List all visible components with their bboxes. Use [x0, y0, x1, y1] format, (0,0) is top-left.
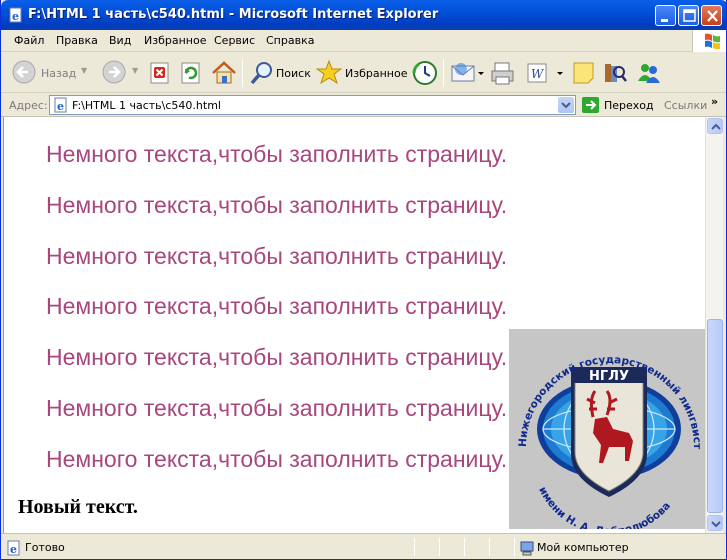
address-value[interactable]: F:\HTML 1 часть\c540.html [72, 99, 221, 112]
university-logo-image: НГЛУ Нижегородский государственный лингв… [505, 320, 705, 533]
discuss-icon[interactable] [571, 59, 597, 87]
status-separator [414, 538, 415, 556]
maximize-button[interactable] [678, 5, 699, 26]
messenger-icon[interactable] [635, 59, 663, 87]
search-icon[interactable] [249, 59, 275, 87]
back-label[interactable]: Назад [41, 67, 76, 80]
back-dropdown-arrow[interactable]: ▼ [81, 66, 87, 75]
scrollbar-thumb[interactable] [707, 319, 723, 513]
back-icon[interactable] [11, 59, 39, 87]
new-text-heading: Новый текст. [18, 496, 138, 518]
vertical-scrollbar[interactable] [705, 117, 723, 533]
close-button[interactable] [701, 5, 722, 26]
print-icon[interactable] [489, 59, 517, 87]
filler-text-line: Немного текста,чтобы заполнить страницу. [46, 395, 508, 421]
my-computer-icon [520, 541, 534, 556]
address-dropdown-button[interactable] [558, 97, 574, 113]
maximize-icon [683, 9, 696, 22]
svg-text:e: e [10, 543, 17, 556]
page-done-icon: e [7, 540, 20, 556]
favorites-label[interactable]: Избранное [345, 67, 407, 80]
filler-text-line: Немного текста,чтобы заполнить страницу. [46, 243, 508, 269]
status-separator [514, 538, 515, 556]
windows-flag-icon [705, 33, 720, 50]
filler-text-line: Немного текста,чтобы заполнить страницу. [46, 446, 508, 472]
scroll-down-button[interactable] [707, 515, 723, 531]
svg-text:e: e [12, 10, 19, 23]
address-label: Адрес: [9, 99, 48, 112]
go-button[interactable]: Переход [604, 99, 654, 112]
links-chevron-icon[interactable]: » [711, 95, 718, 108]
edit-word-icon[interactable]: W [525, 59, 565, 87]
window-title: F:\HTML 1 часть\c540.html - Microsoft In… [28, 7, 439, 22]
history-icon[interactable] [411, 59, 439, 87]
status-separator [464, 538, 465, 556]
minimize-button[interactable] [655, 5, 676, 26]
svg-text:W: W [531, 67, 545, 81]
menu-help[interactable]: Справка [266, 34, 314, 47]
chevron-down-icon [561, 102, 571, 109]
forward-dropdown-arrow[interactable]: ▼ [132, 66, 138, 75]
menu-file[interactable]: Файл [14, 34, 44, 47]
filler-text-line: Немного текста,чтобы заполнить страницу. [46, 141, 508, 167]
chevron-up-icon [711, 123, 721, 130]
security-zone-text: Мой компьютер [537, 541, 629, 554]
menu-favorites[interactable]: Избранное [144, 34, 206, 47]
page-icon: e [54, 97, 67, 113]
favorites-star-icon[interactable] [316, 59, 342, 87]
links-label[interactable]: Ссылки [664, 99, 707, 112]
scroll-up-button[interactable] [707, 118, 723, 134]
browser-window: e F:\HTML 1 часть\c540.html - Microsoft … [0, 0, 727, 560]
filler-text-line: Немного текста,чтобы заполнить страницу. [46, 344, 508, 370]
status-separator [439, 538, 440, 556]
title-bar[interactable]: e F:\HTML 1 часть\c540.html - Microsoft … [1, 0, 726, 30]
stop-icon[interactable] [148, 59, 172, 87]
filler-text-line: Немного текста,чтобы заполнить страницу. [46, 293, 508, 319]
menu-bar: Файл Правка Вид Избранное Сервис Справка [1, 30, 726, 52]
nglu-emblem-icon: НГЛУ Нижегородский государственный лингв… [505, 320, 703, 533]
home-icon[interactable] [210, 59, 238, 87]
menu-edit[interactable]: Правка [56, 34, 98, 47]
forward-icon[interactable] [101, 59, 129, 87]
toolbar-separator [242, 59, 243, 87]
status-bar: e Готово Мой компьютер [1, 533, 726, 559]
status-text: Готово [25, 541, 65, 554]
logo-abbreviation: НГЛУ [589, 369, 629, 384]
ie-page-icon: e [9, 7, 22, 23]
toolbar-separator [443, 59, 444, 87]
standard-toolbar: Назад ▼ ▼ Поиск Избранное W [1, 53, 726, 93]
svg-text:e: e [57, 100, 64, 113]
minimize-icon [661, 19, 668, 22]
address-bar: Адрес: e F:\HTML 1 часть\c540.html Перех… [1, 93, 726, 117]
chevron-down-icon [711, 521, 721, 528]
refresh-icon[interactable] [179, 59, 203, 87]
go-arrow-icon[interactable] [581, 96, 601, 114]
close-icon [707, 10, 718, 22]
address-input[interactable]: e F:\HTML 1 часть\c540.html [49, 95, 576, 115]
filler-text-line: Немного текста,чтобы заполнить страницу. [46, 192, 508, 218]
research-icon[interactable] [601, 59, 627, 87]
page-content: Немного текста,чтобы заполнить страницу.… [3, 117, 705, 533]
search-label[interactable]: Поиск [276, 67, 311, 80]
menu-tools[interactable]: Сервис [214, 34, 255, 47]
status-separator [489, 538, 490, 556]
mail-icon[interactable] [450, 59, 486, 87]
menu-view[interactable]: Вид [109, 34, 131, 47]
windows-logo [692, 30, 726, 52]
